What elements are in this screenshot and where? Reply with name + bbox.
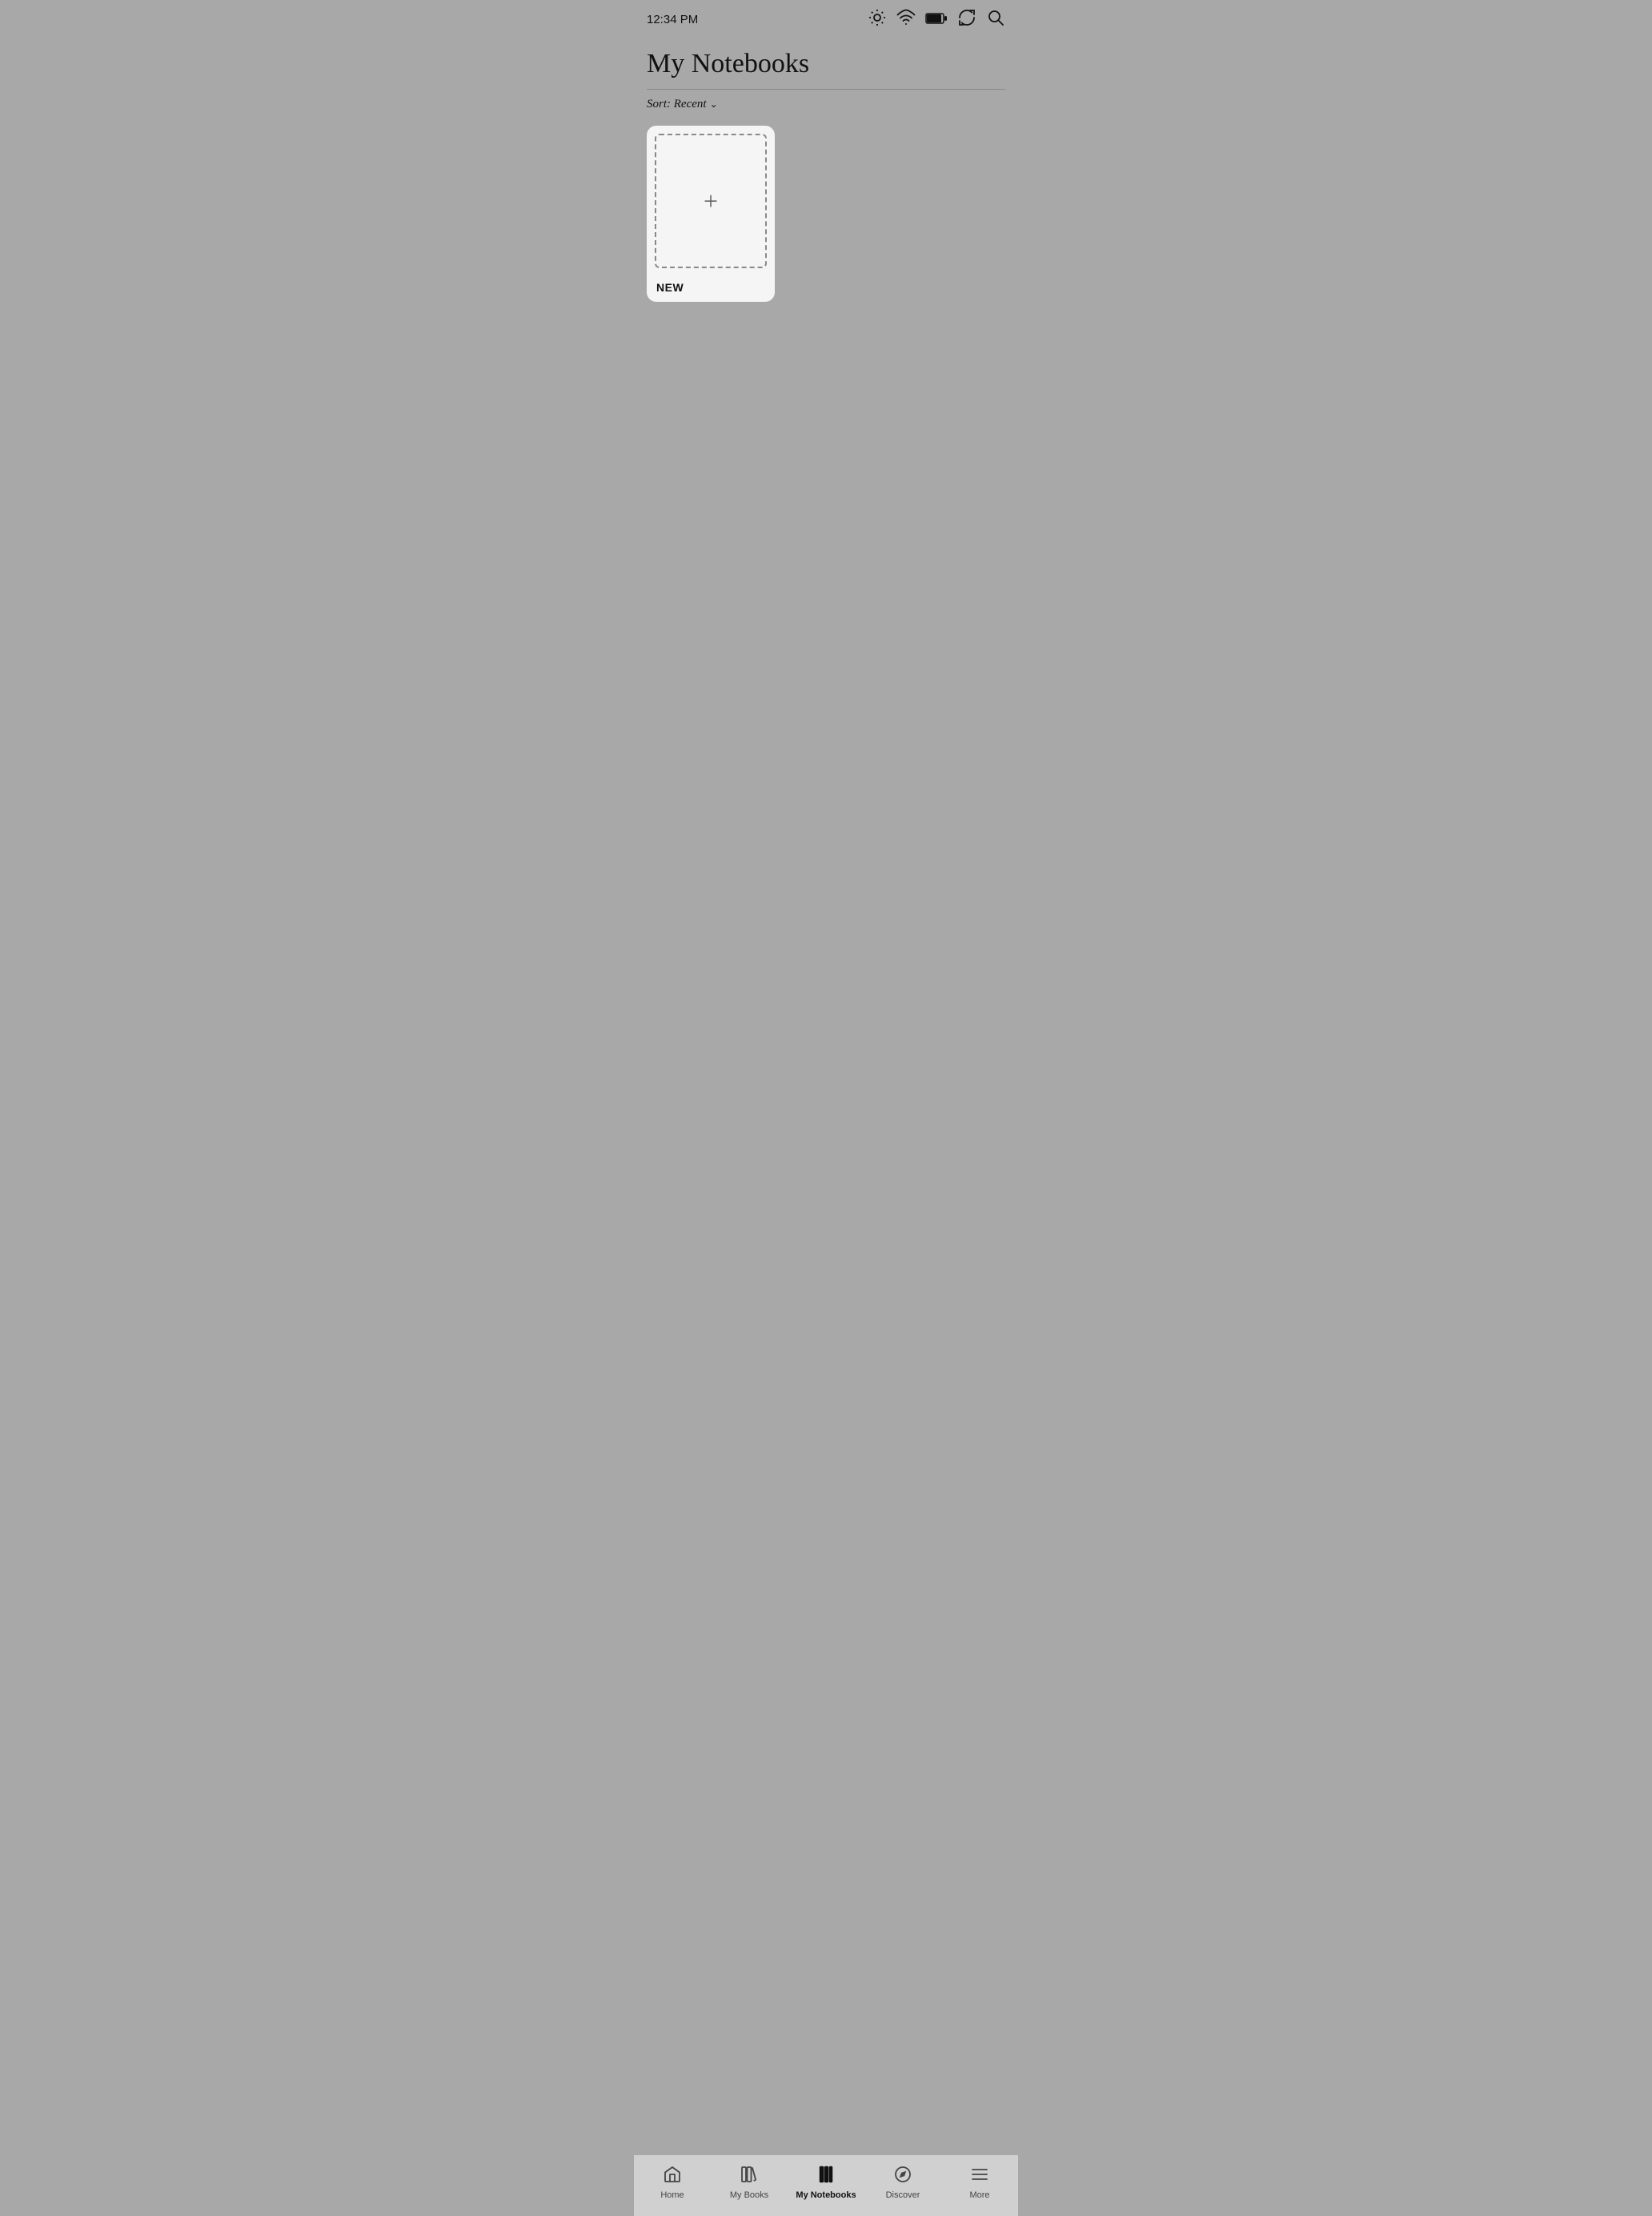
nav-item-my-books[interactable]: My Books [711, 2162, 788, 2203]
nav-label-home: Home [660, 2190, 684, 2200]
new-notebook-inner: + [655, 134, 767, 268]
nav-item-home[interactable]: Home [634, 2162, 711, 2203]
brightness-icon [868, 8, 887, 31]
bottom-nav: Home My Books My Notebooks [634, 2154, 1018, 2216]
nav-label-my-books: My Books [730, 2190, 768, 2200]
home-icon [663, 2165, 682, 2187]
more-icon [970, 2165, 989, 2187]
plus-icon: + [704, 188, 718, 214]
nav-item-more[interactable]: More [941, 2162, 1018, 2203]
status-bar: 12:34 PM [634, 0, 1018, 36]
status-icons [868, 8, 1005, 31]
page-title: My Notebooks [647, 49, 1005, 79]
wifi-icon [896, 8, 916, 31]
new-notebook-label: NEW [647, 276, 775, 302]
content-area: + NEW [634, 119, 1018, 308]
nav-item-my-notebooks[interactable]: My Notebooks [788, 2162, 864, 2203]
nav-label-my-notebooks: My Notebooks [796, 2190, 856, 2200]
chevron-down-icon: ⌄ [710, 98, 718, 110]
sort-button[interactable]: Sort: Recent ⌄ [647, 98, 718, 111]
sort-label: Sort: Recent [647, 98, 707, 111]
nav-item-discover[interactable]: Discover [864, 2162, 941, 2203]
new-notebook-card[interactable]: + NEW [647, 126, 775, 302]
search-icon[interactable] [986, 8, 1005, 31]
status-time: 12:34 PM [647, 13, 698, 26]
sort-bar: Sort: Recent ⌄ [634, 90, 1018, 119]
nav-label-more: More [969, 2190, 989, 2200]
books-icon [740, 2165, 759, 2187]
notebooks-icon [816, 2165, 836, 2187]
discover-icon [893, 2165, 912, 2187]
battery-icon [925, 11, 948, 28]
nav-label-discover: Discover [886, 2190, 920, 2200]
page-header: My Notebooks [634, 36, 1018, 89]
sync-icon [957, 8, 976, 31]
